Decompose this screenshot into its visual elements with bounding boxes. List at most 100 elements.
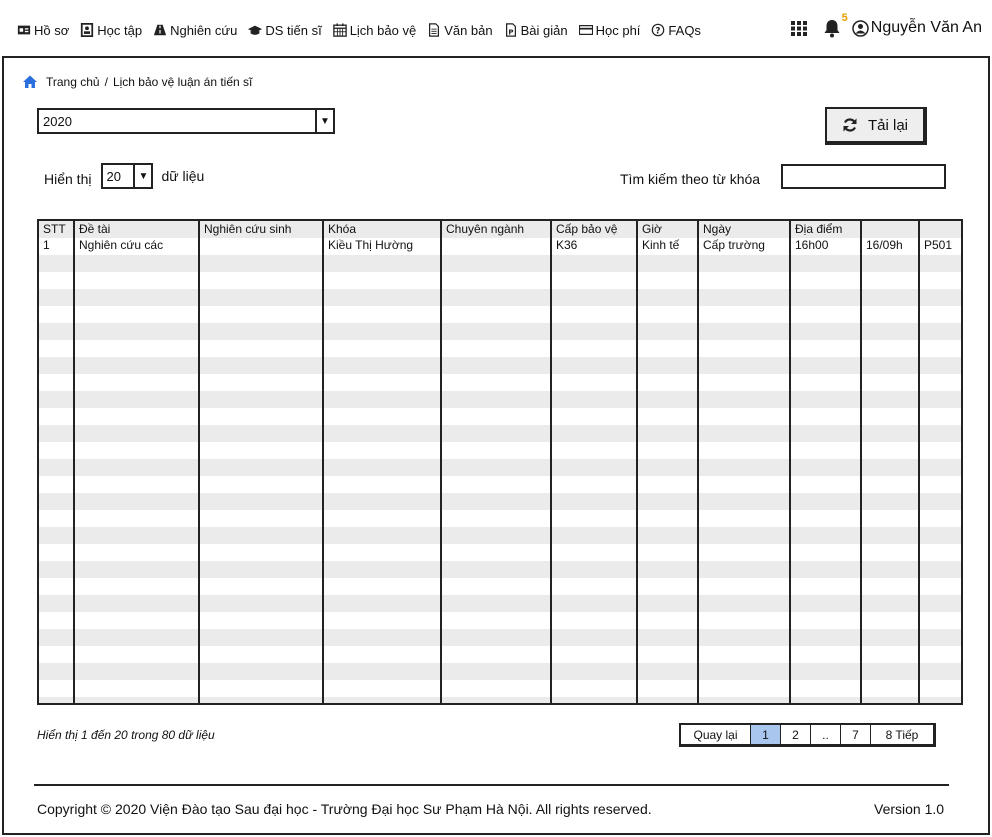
pager-page-button[interactable]: 7: [841, 725, 871, 744]
nav-item-label: Học tập: [97, 22, 143, 38]
column-header[interactable]: Cấp bảo vệ: [556, 222, 617, 236]
nav-item-lich-bao-ve[interactable]: Lịch bảo vệ: [332, 22, 416, 38]
nav-item-label: Học phí: [595, 22, 641, 38]
table-cell: K36: [556, 238, 578, 252]
nav-item-ds-tien-si[interactable]: DS tiến sĩ: [247, 22, 322, 38]
table-row-stripe: [39, 595, 961, 612]
user-menu[interactable]: Nguyễn Văn An: [852, 19, 982, 37]
entries-select[interactable]: 20 ▼: [101, 163, 154, 189]
table-cell: Kinh tế: [642, 238, 680, 252]
table-row-stripe: [39, 697, 961, 703]
pager-next-button[interactable]: 8 Tiếp: [871, 725, 933, 744]
show-entries: Hiển thị 20 ▼ dữ liệu: [44, 163, 204, 189]
nav-item-label: Hồ sơ: [34, 22, 70, 38]
pager-page-button[interactable]: 1: [751, 725, 781, 744]
user-name: Nguyễn Văn An: [870, 19, 982, 36]
top-navbar: Hồ sơ Học tập Nghiên cứu DS tiến sĩ Lịch…: [2, 2, 990, 58]
nav-item-label: Nghiên cứu: [170, 22, 238, 38]
document-icon: [426, 22, 442, 38]
breadcrumb-separator: /: [104, 75, 108, 89]
search-input[interactable]: [781, 164, 946, 189]
nav-item-hoc-phi[interactable]: Học phí: [578, 22, 641, 38]
chevron-down-icon: ▼: [315, 110, 333, 132]
nav-item-label: DS tiến sĩ: [265, 22, 322, 38]
notification-bell-icon[interactable]: 5: [822, 12, 848, 38]
table-row-stripe: [39, 527, 961, 544]
question-circle-icon: ?: [650, 22, 666, 38]
road-icon: [152, 22, 168, 38]
table-cell: 1: [43, 238, 50, 252]
svg-text:?: ?: [656, 27, 661, 37]
version: Version 1.0: [874, 801, 945, 817]
table-row-stripe: [39, 493, 961, 510]
footer-divider: [34, 784, 949, 786]
graduation-cap-icon: [247, 22, 263, 38]
nav-item-van-ban[interactable]: Văn bản: [426, 22, 493, 38]
table-row-stripe: [39, 663, 961, 680]
breadcrumb: Trang chủ / Lịch bảo vệ luận án tiến sĩ: [22, 74, 252, 90]
column-divider: [636, 221, 638, 703]
column-divider: [697, 221, 699, 703]
entries-select-value: 20: [106, 169, 121, 184]
home-icon[interactable]: [22, 74, 38, 90]
user-book-icon: [79, 22, 95, 38]
id-card-icon: [16, 22, 32, 38]
column-header[interactable]: Địa điểm: [795, 222, 842, 236]
pager-prev-button[interactable]: Quay lại: [681, 725, 751, 744]
search-label: Tìm kiếm theo từ khóa: [620, 171, 761, 187]
table-row-stripe: [39, 425, 961, 442]
breadcrumb-home-link[interactable]: Trang chủ: [46, 75, 100, 89]
year-select-value: 2020: [43, 114, 72, 129]
column-divider: [789, 221, 791, 703]
main-nav: Hồ sơ Học tập Nghiên cứu DS tiến sĩ Lịch…: [16, 22, 711, 38]
defense-schedule-table: STT Đề tài Nghiên cứu sinh Khóa Chuyên ngành…: [37, 219, 963, 705]
column-divider: [73, 221, 75, 703]
nav-item-label: FAQs: [668, 22, 701, 38]
user-avatar-icon: [852, 19, 869, 37]
column-header[interactable]: STT: [43, 222, 66, 236]
column-header[interactable]: Giờ: [642, 222, 662, 236]
table-cell: 16/09h: [866, 238, 903, 252]
column-header[interactable]: Đề tài: [79, 222, 110, 236]
table-cell: Kiều Thị Hường: [328, 238, 414, 252]
nav-item-faqs[interactable]: ? FAQs: [650, 22, 701, 38]
column-header[interactable]: Chuyên ngành: [446, 222, 524, 236]
column-divider: [322, 221, 324, 703]
column-divider: [550, 221, 552, 703]
column-header[interactable]: Khóa: [328, 222, 356, 236]
reload-button-label: Tải lại: [867, 116, 908, 134]
calendar-icon: [332, 22, 348, 38]
table-row-stripe: [39, 323, 961, 340]
entries-suffix: dữ liệu: [161, 168, 205, 184]
table-row-stripe: [39, 561, 961, 578]
nav-item-ho-so[interactable]: Hồ sơ: [16, 22, 69, 38]
reload-button[interactable]: Tải lại: [825, 107, 927, 145]
header-tools: 5 Nguyễn Văn An: [790, 12, 982, 38]
table-row-stripe: [39, 459, 961, 476]
breadcrumb-current: Lịch bảo vệ luận án tiến sĩ: [112, 75, 253, 89]
year-select[interactable]: 2020 ▼: [37, 108, 335, 134]
nav-item-hoc-tap[interactable]: Học tập: [79, 22, 142, 38]
pager-page-button[interactable]: 2: [781, 725, 811, 744]
nav-item-label: Văn bản: [444, 22, 493, 38]
notification-badge: 5: [841, 12, 848, 24]
nav-item-nghien-cuu[interactable]: Nghiên cứu: [152, 22, 237, 38]
column-divider: [918, 221, 920, 703]
table-cell: Cấp trường: [703, 238, 765, 252]
pager-page-button[interactable]: ..: [811, 725, 841, 744]
column-divider: [198, 221, 200, 703]
credit-card-icon: [578, 22, 594, 38]
nav-item-bai-giang[interactable]: P Bài giản: [503, 22, 568, 38]
table-cell: P501: [924, 238, 953, 252]
chevron-down-icon: ▼: [133, 165, 151, 187]
apps-grid-icon[interactable]: [790, 19, 808, 37]
nav-item-label: Bài giản: [520, 22, 568, 38]
table-row-stripe: [39, 255, 961, 272]
table-row-stripe: [39, 289, 961, 306]
table-row-stripe: [39, 629, 961, 646]
column-header[interactable]: Nghiên cứu sinh: [204, 222, 291, 236]
copyright: Copyright © 2020 Viện Đào tạo Sau đại họ…: [37, 801, 652, 817]
column-divider: [440, 221, 442, 703]
table-row-stripe: [39, 357, 961, 374]
column-header[interactable]: Ngày: [703, 222, 731, 236]
